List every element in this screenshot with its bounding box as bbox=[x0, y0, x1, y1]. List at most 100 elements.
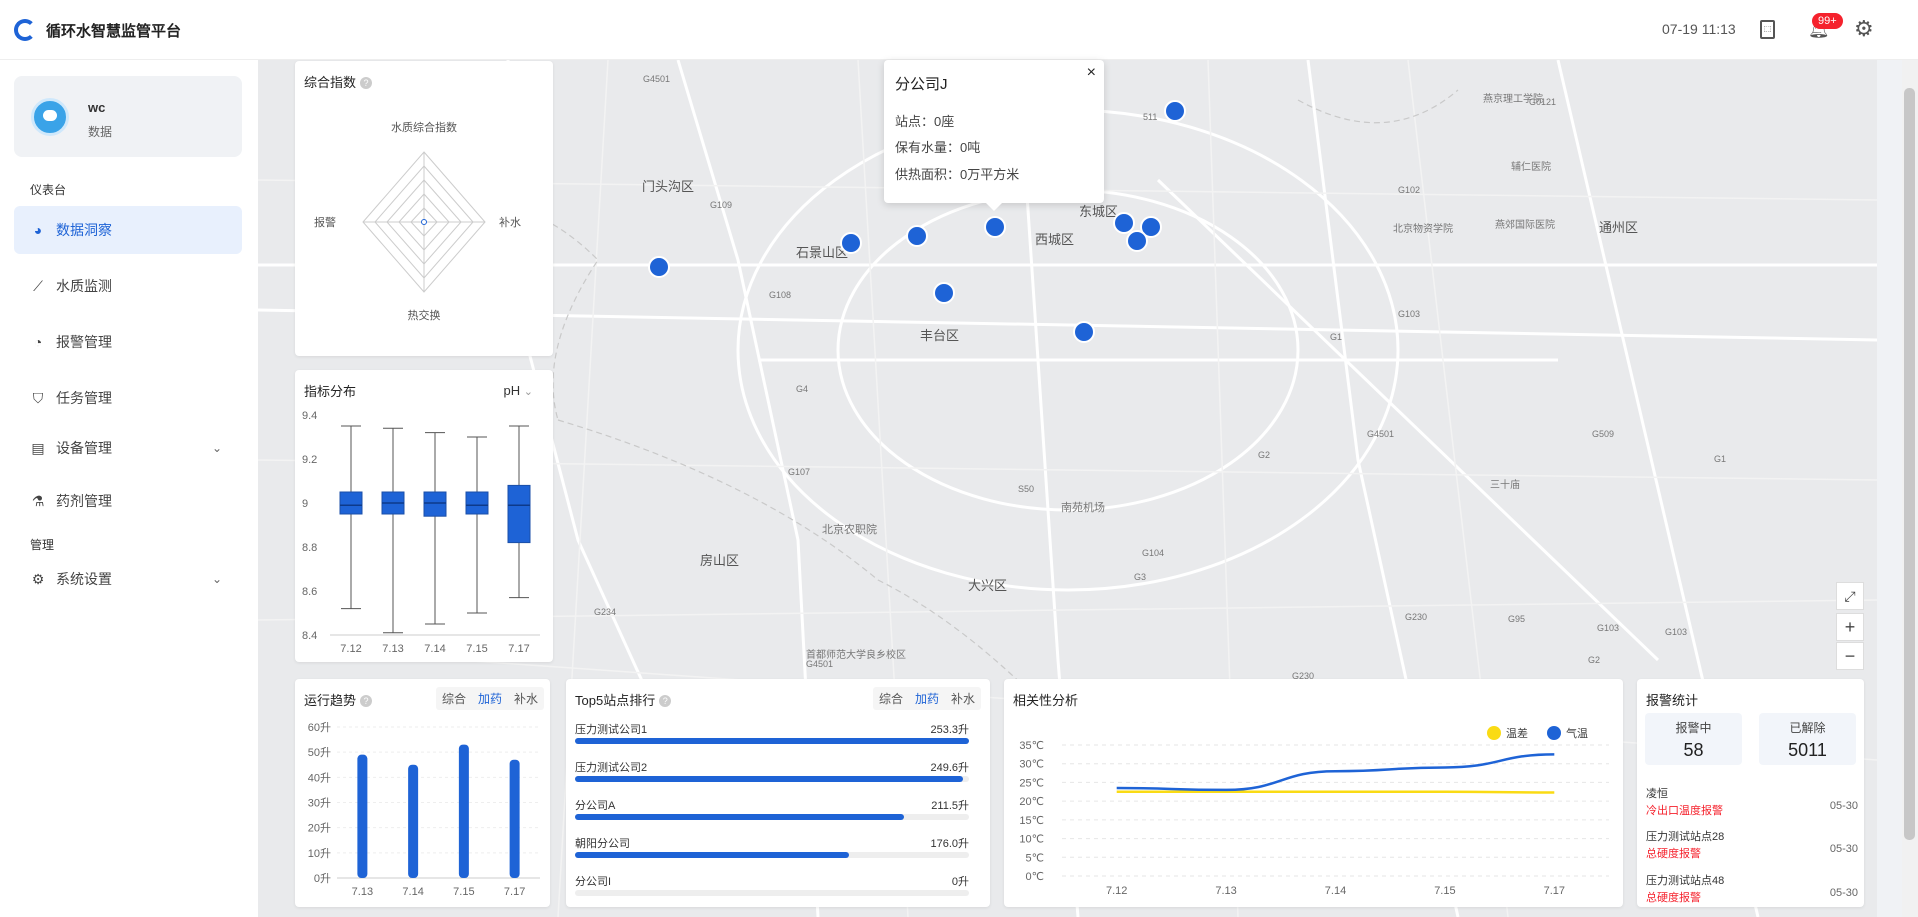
popup-stations: 站点：0座 bbox=[895, 114, 955, 129]
zoom-in-button[interactable]: + bbox=[1836, 613, 1864, 641]
rank-row[interactable]: 分公司A 211.5升 bbox=[575, 797, 969, 820]
alarm-list-item[interactable]: 压力测试站点28 总硬度报警 05-30 bbox=[1646, 828, 1858, 861]
x-tick-label: 7.17 bbox=[1544, 885, 1565, 897]
sidebar-item-settings[interactable]: ⚙ 系统设置 ⌄ bbox=[14, 555, 242, 603]
map-label: G4501 bbox=[643, 74, 670, 84]
map-label: 房山区 bbox=[700, 553, 739, 568]
alarm-list-item[interactable]: 压力测试站点48 总硬度报警 05-30 bbox=[1646, 872, 1858, 905]
sidebar-item-chemical[interactable]: ⚗ 药剂管理 bbox=[14, 477, 242, 525]
gear-icon[interactable]: ⚙ bbox=[1854, 16, 1874, 42]
device-icon: ▤ bbox=[31, 439, 45, 456]
map-label: G0121 bbox=[1529, 97, 1556, 107]
y-tick-label: 30升 bbox=[308, 797, 331, 810]
alarm-type: 冷出口温度报警 bbox=[1646, 805, 1723, 817]
map-label: 丰台区 bbox=[920, 328, 959, 343]
rank-row[interactable]: 分公司I 0升 bbox=[575, 873, 969, 896]
map-label: G2 bbox=[1258, 450, 1270, 460]
y-tick-label: 25℃ bbox=[1019, 777, 1044, 789]
legend-label: 温差 bbox=[1506, 726, 1528, 740]
rank-progress-fill bbox=[575, 738, 969, 744]
x-tick-label: 7.13 bbox=[382, 643, 403, 655]
map-label: 北京物资学院 bbox=[1393, 222, 1453, 235]
legend-marker bbox=[1547, 726, 1561, 740]
y-tick-label: 10升 bbox=[308, 847, 331, 860]
x-tick-label: 7.15 bbox=[466, 643, 487, 655]
card-title: Top5站点排行? bbox=[575, 690, 672, 709]
map-label: G108 bbox=[769, 290, 791, 300]
x-tick-label: 7.12 bbox=[340, 643, 361, 655]
y-tick-label: 30℃ bbox=[1019, 759, 1044, 771]
bar bbox=[408, 764, 419, 878]
notification-badge: 99+ bbox=[1812, 13, 1843, 29]
sidebar-item-device[interactable]: ▤ 设备管理 ⌄ bbox=[14, 424, 242, 472]
map-label: G4501 bbox=[806, 659, 833, 669]
flask-icon: ⚗ bbox=[31, 492, 45, 509]
map-label: G509 bbox=[1592, 429, 1614, 439]
popup-water-volume: 保有水量：0吨 bbox=[895, 140, 981, 155]
alarm-list-item[interactable]: 凌恒 冷出口温度报警 05-30 bbox=[1646, 785, 1858, 818]
close-icon[interactable]: × bbox=[1087, 64, 1096, 82]
rank-value: 176.0升 bbox=[930, 838, 969, 850]
sidebar-item-alarm[interactable]: ◔ 报警管理 bbox=[14, 318, 242, 366]
y-tick-label: 9.2 bbox=[302, 454, 317, 466]
pie-chart-icon: ◔ bbox=[33, 334, 43, 350]
map-label: 燕郊国际医院 bbox=[1495, 218, 1555, 231]
pdf-icon[interactable]: ⬚ bbox=[1760, 20, 1775, 39]
sidebar-item-water-quality[interactable]: ⟋ 水质监测 bbox=[14, 262, 242, 310]
sidebar-item-data-insight[interactable]: ◕ 数据洞察 bbox=[14, 206, 242, 254]
alarm-resolved-box[interactable]: 已解除 5011 bbox=[1759, 713, 1856, 765]
rank-name: 分公司A bbox=[575, 800, 616, 812]
map-label: G103 bbox=[1398, 309, 1420, 319]
alarm-type: 总硬度报警 bbox=[1646, 892, 1701, 904]
rank-row[interactable]: 压力测试公司1 253.3升 bbox=[575, 721, 969, 744]
map-label: G2 bbox=[1588, 655, 1600, 665]
map-label: 三十庙 bbox=[1490, 478, 1520, 491]
nav-group-dashboard: 仪表台 bbox=[30, 183, 67, 197]
help-icon[interactable]: ? bbox=[659, 695, 672, 707]
x-tick-label: 7.17 bbox=[508, 643, 529, 655]
gear-icon: ⚙ bbox=[31, 570, 45, 587]
user-card[interactable]: wc 数据 bbox=[14, 76, 242, 157]
user-name: wc bbox=[88, 100, 106, 115]
map-label: 辅仁医院 bbox=[1511, 160, 1551, 173]
tab-dosing[interactable]: 加药 bbox=[909, 687, 945, 710]
rank-row[interactable]: 压力测试公司2 249.6升 bbox=[575, 759, 969, 782]
x-tick-label: 7.14 bbox=[424, 643, 445, 655]
alarm-pending-box[interactable]: 报警中 58 bbox=[1645, 713, 1742, 765]
chevron-down-icon: ⌄ bbox=[211, 441, 222, 455]
y-tick-label: 0℃ bbox=[1026, 871, 1044, 883]
y-tick-label: 40升 bbox=[308, 771, 331, 784]
rank-name: 压力测试公司1 bbox=[575, 724, 648, 736]
map-label: 北京农职院 bbox=[822, 522, 877, 536]
sidebar-item-label: 系统设置 bbox=[56, 571, 112, 587]
radar-axis-label: 热交换 bbox=[408, 308, 441, 322]
map-label: S50 bbox=[1018, 484, 1034, 494]
map-label: G3 bbox=[1134, 572, 1146, 582]
rank-progress-bar bbox=[575, 776, 969, 782]
alarm-date: 05-30 bbox=[1829, 887, 1858, 899]
y-tick-label: 5℃ bbox=[1026, 852, 1044, 864]
pending-label: 报警中 bbox=[1675, 721, 1712, 735]
composite-index-card: 综合指数? 水质综合指数 补水 热交换 报警 bbox=[295, 61, 553, 356]
sidebar-item-label: 设备管理 bbox=[56, 440, 112, 456]
correlation-card: 相关性分析 35℃ 30℃ 25℃ 20℃ 15℃ 10℃ 5℃ 0℃ 7.12 7.13 7.14… bbox=[1004, 679, 1623, 907]
tab-makeup[interactable]: 补水 bbox=[945, 687, 981, 710]
y-tick-label: 35℃ bbox=[1019, 740, 1044, 752]
rank-value: 0升 bbox=[951, 876, 969, 888]
sidebar-item-task[interactable]: ⛉ 任务管理 bbox=[14, 374, 242, 422]
map-label: G230 bbox=[1405, 612, 1427, 622]
rank-row[interactable]: 朝阳分公司 176.0升 bbox=[575, 835, 969, 858]
zoom-out-button[interactable]: − bbox=[1836, 642, 1864, 670]
map-label: G104 bbox=[1142, 548, 1164, 558]
rank-progress-fill bbox=[575, 852, 849, 858]
x-tick-label: 7.14 bbox=[1325, 885, 1346, 897]
alarm-type: 总硬度报警 bbox=[1646, 848, 1701, 860]
legend-marker bbox=[1487, 726, 1501, 740]
top5-tabs: 综合 加药 补水 bbox=[872, 687, 981, 710]
series-line bbox=[1116, 790, 1555, 794]
fullscreen-button[interactable]: ⤢ bbox=[1836, 582, 1864, 610]
alarm-station: 压力测试站点28 bbox=[1646, 831, 1725, 843]
sidebar-item-label: 药剂管理 bbox=[56, 493, 112, 509]
scrollbar-thumb[interactable] bbox=[1904, 88, 1915, 840]
tab-composite[interactable]: 综合 bbox=[873, 687, 909, 710]
